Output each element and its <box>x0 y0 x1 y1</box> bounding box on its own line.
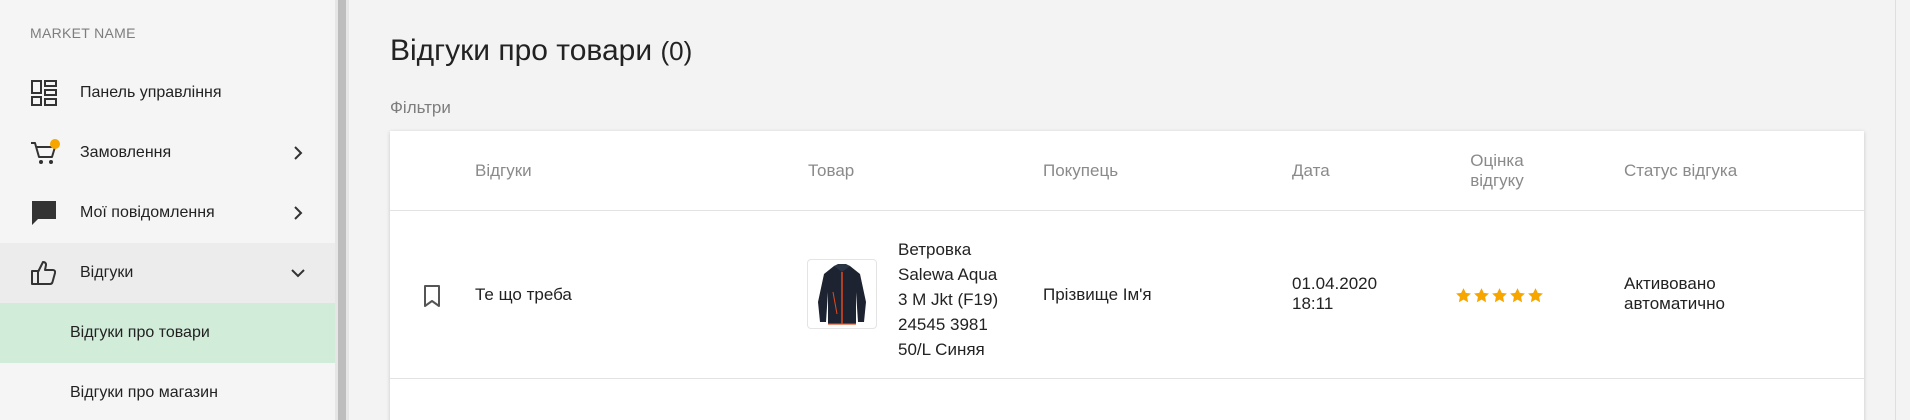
star-icon <box>1510 288 1525 303</box>
header-date[interactable]: Дата <box>1292 161 1330 181</box>
sidebar-item-reviews[interactable]: Відгуки <box>0 243 335 303</box>
review-status-line2: автоматично <box>1624 294 1725 313</box>
product-name-line: Salewa Aqua <box>898 265 998 284</box>
sidebar-item-label: Замовлення <box>80 144 172 161</box>
header-review[interactable]: Відгуки <box>475 161 532 181</box>
header-rating-line2: відгуку <box>1470 171 1524 190</box>
chevron-right-icon <box>291 146 305 160</box>
star-icon <box>1492 288 1507 303</box>
header-product[interactable]: Товар <box>808 161 854 181</box>
thumbs-up-icon <box>30 259 58 287</box>
product-name-line: Ветровка <box>898 240 972 259</box>
sidebar-subitem-product-reviews[interactable]: Відгуки про товари <box>0 303 335 363</box>
sidebar-item-label: Мої повідомлення <box>80 204 215 221</box>
review-date-day: 01.04.2020 <box>1292 274 1378 293</box>
bookmark-icon[interactable] <box>422 284 442 308</box>
reviews-count: (0) <box>660 36 693 66</box>
table-row[interactable]: Те що треба Ветровка Salewa Aqua 3 M Jkt… <box>390 211 1864 379</box>
review-status: Активовано автоматично <box>1624 274 1725 314</box>
product-image[interactable] <box>807 259 877 329</box>
chat-icon <box>30 199 58 227</box>
page-scrollbar[interactable] <box>1895 0 1910 420</box>
header-buyer[interactable]: Покупець <box>1043 161 1118 181</box>
star-icon <box>1456 288 1471 303</box>
review-date-time: 18:11 <box>1292 294 1334 313</box>
sidebar: MARKET NAME Панель управління Замовлення… <box>0 0 335 420</box>
chevron-down-icon <box>291 266 305 280</box>
table-header: Відгуки Товар Покупець Дата Оцінка відгу… <box>390 131 1864 211</box>
page-title: Відгуки про товари (0) <box>390 34 692 68</box>
sidebar-subitem-store-reviews[interactable]: Відгуки про магазин <box>0 363 335 420</box>
sidebar-item-dashboard[interactable]: Панель управління <box>0 63 335 123</box>
chevron-right-icon <box>291 206 305 220</box>
cart-icon <box>30 139 60 167</box>
market-name: MARKET NAME <box>30 25 136 41</box>
product-name-line: 24545 3981 <box>898 315 988 334</box>
product-name[interactable]: Ветровка Salewa Aqua 3 M Jkt (F19) 24545… <box>898 237 998 362</box>
star-icon <box>1474 288 1489 303</box>
sidebar-subitem-label: Відгуки про товари <box>70 324 210 341</box>
buyer-name: Прізвище Ім'я <box>1043 285 1152 304</box>
reviews-table: Відгуки Товар Покупець Дата Оцінка відгу… <box>390 131 1864 420</box>
sidebar-item-orders[interactable]: Замовлення <box>0 123 335 183</box>
product-name-line: 50/L Синяя <box>898 340 985 359</box>
header-rating[interactable]: Оцінка відгуку <box>1447 151 1547 191</box>
product-name-line: 3 M Jkt (F19) <box>898 290 999 309</box>
header-rating-line1: Оцінка <box>1470 151 1524 170</box>
star-icon <box>1528 288 1543 303</box>
sidebar-subitem-label: Відгуки про магазин <box>70 384 218 401</box>
filters-toggle[interactable]: Фільтри <box>390 98 451 118</box>
sidebar-item-label: Панель управління <box>80 84 222 101</box>
sidebar-item-label: Відгуки <box>80 264 134 281</box>
header-status[interactable]: Статус відгука <box>1624 161 1737 181</box>
dashboard-icon <box>30 79 58 107</box>
review-date: 01.04.2020 18:11 <box>1292 274 1377 314</box>
review-status-line1: Активовано <box>1624 274 1716 293</box>
sidebar-item-messages[interactable]: Мої повідомлення <box>0 183 335 243</box>
page-title-text: Відгуки про товари <box>390 34 653 67</box>
main-content: Відгуки про товари (0) Фільтри Відгуки Т… <box>349 0 1910 420</box>
sidebar-scrollbar-thumb[interactable] <box>338 0 346 420</box>
rating-stars <box>1455 287 1544 304</box>
notification-dot <box>50 139 60 149</box>
review-text: Те що треба <box>475 285 572 304</box>
